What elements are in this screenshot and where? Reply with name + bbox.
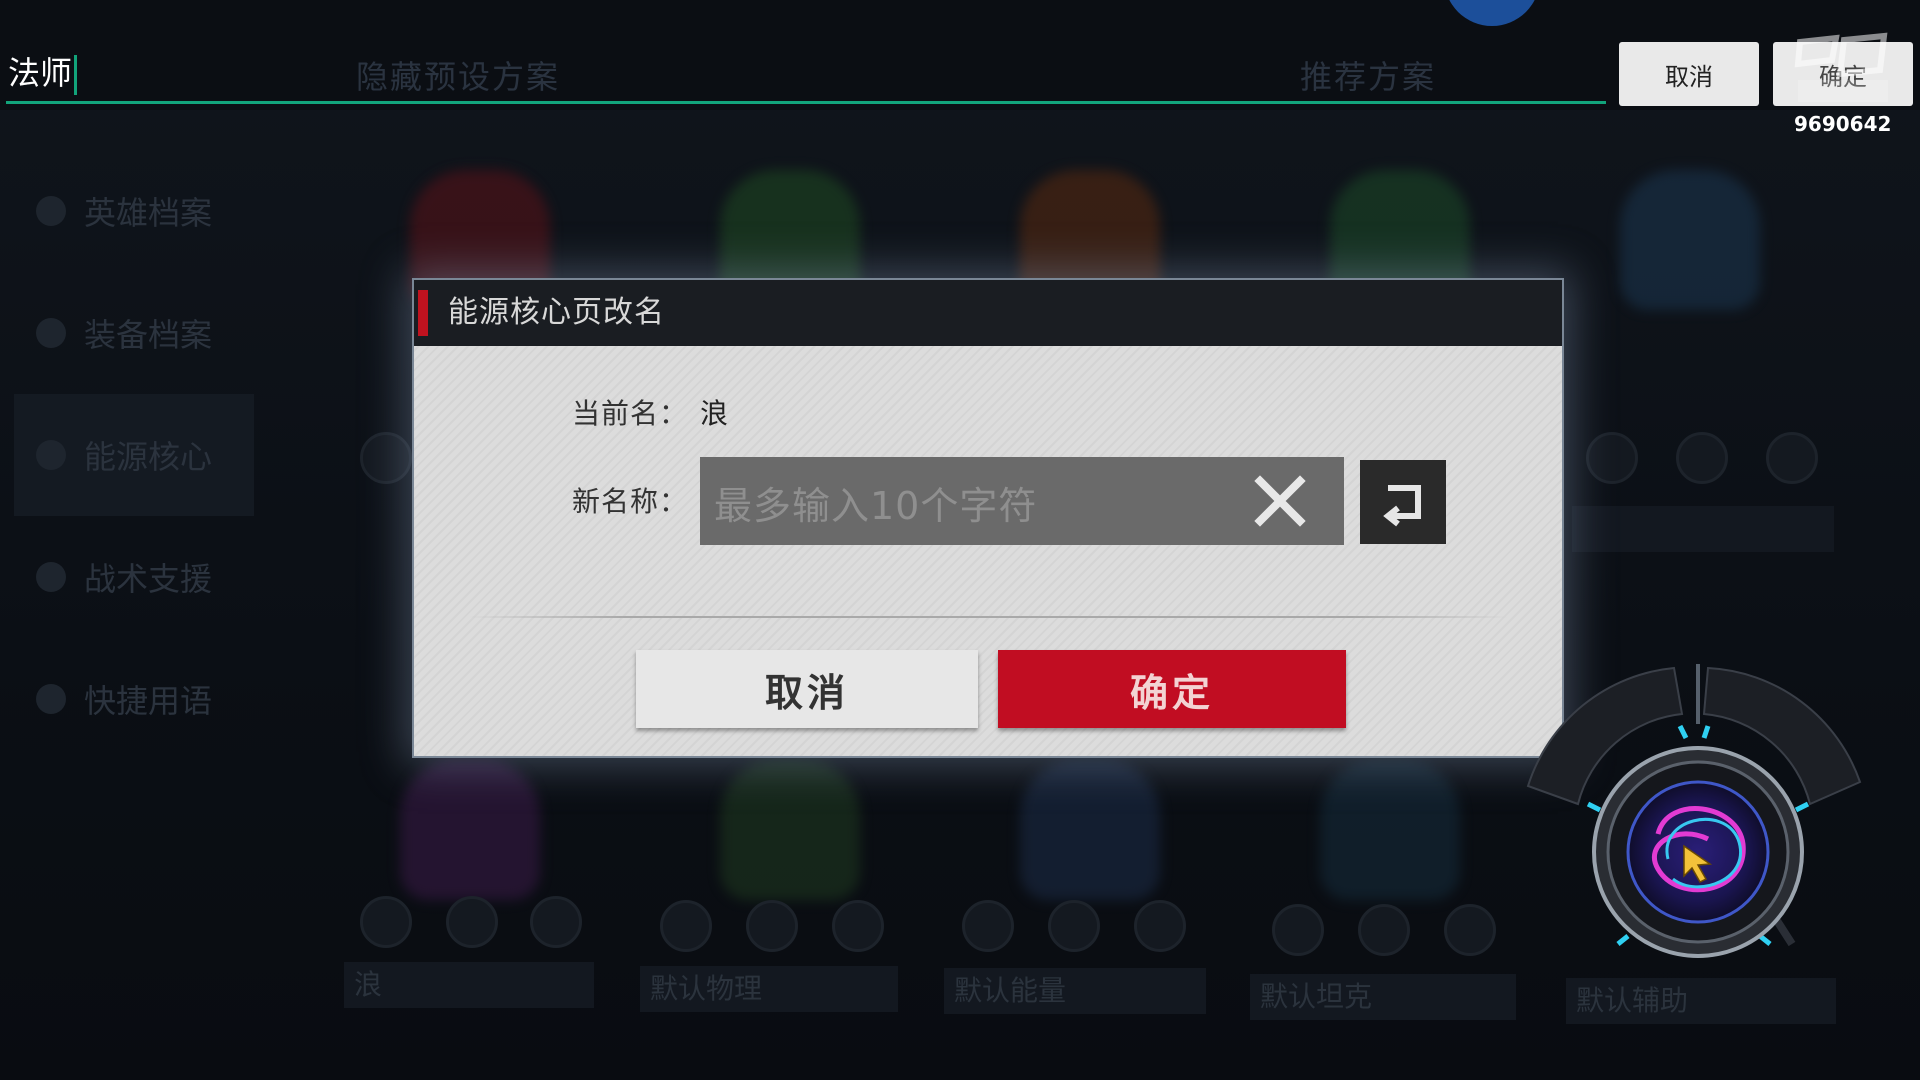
background-preset-name: 默认能量 <box>944 968 1206 1014</box>
background-sidebar-item: 装备档案 <box>14 272 254 394</box>
dialog-accent-bar <box>418 290 428 336</box>
background-slot <box>360 432 412 484</box>
clear-icon[interactable] <box>1250 471 1310 531</box>
return-icon <box>1383 485 1421 527</box>
top-cancel-button[interactable]: 取消 <box>1619 42 1759 106</box>
background-sidebar-item: 战术支援 <box>14 516 254 638</box>
new-name-placeholder: 最多输入10个字符 <box>714 484 1038 528</box>
background-slot <box>1134 900 1186 952</box>
background-preset-name: 浪 <box>344 962 594 1008</box>
current-name-label: 当前名： <box>572 397 689 430</box>
dialog-divider <box>468 616 1508 618</box>
background-preset-name: 默认辅助 <box>1566 978 1836 1024</box>
background-slot <box>962 900 1014 952</box>
background-slot <box>1272 904 1324 956</box>
new-name-label: 新名称： <box>572 485 689 518</box>
text-caret <box>74 55 78 95</box>
dialog-cancel-button[interactable]: 取消 <box>636 650 978 728</box>
dialog-title: 能源核心页改名 <box>448 295 665 330</box>
background-slot <box>1766 432 1818 484</box>
background-slot <box>1676 432 1728 484</box>
top-input-value: 法师 <box>8 54 73 92</box>
background-slot <box>360 896 412 948</box>
background-slot <box>1048 900 1100 952</box>
background-slot <box>1586 432 1638 484</box>
background-sidebar: 英雄档案 装备档案 能源核心 战术支援 快捷用语 <box>14 150 254 760</box>
background-slot <box>660 900 712 952</box>
background-slot <box>1358 904 1410 956</box>
background-crystal-blue <box>1620 170 1760 310</box>
new-name-input[interactable]: 最多输入10个字符 <box>700 457 1344 545</box>
background-slot <box>446 896 498 948</box>
confirm-input-button[interactable] <box>1360 460 1446 544</box>
background-preset-name <box>1572 506 1834 552</box>
streaming-logo-watermark <box>1794 32 1888 102</box>
background-crystal-blue <box>1320 760 1460 900</box>
background-slot <box>746 900 798 952</box>
top-text-input[interactable]: 法师 <box>6 48 1606 104</box>
dialog-confirm-button[interactable]: 确定 <box>998 650 1346 728</box>
rename-dialog: 能源核心页改名 当前名： 浪 新名称： 最多输入10个字符 取消 确定 <box>414 280 1562 756</box>
background-sidebar-item: 能源核心 <box>14 394 254 516</box>
floating-assist-widget[interactable] <box>1508 654 1878 984</box>
background-crystal-green <box>720 760 860 900</box>
background-slot <box>1444 904 1496 956</box>
watermark-room-number: 9690642 <box>1794 112 1892 136</box>
dialog-header: 能源核心页改名 <box>414 280 1562 346</box>
background-crystal-blue <box>1020 760 1160 900</box>
background-preset-name: 默认坦克 <box>1250 974 1516 1020</box>
background-preset-name: 默认物理 <box>640 966 898 1012</box>
current-name-value: 浪 <box>700 397 729 430</box>
background-sidebar-item: 英雄档案 <box>14 150 254 272</box>
background-crystal-purple <box>400 760 540 900</box>
background-slot <box>530 896 582 948</box>
background-sidebar-item: 快捷用语 <box>14 638 254 760</box>
background-slot <box>832 900 884 952</box>
